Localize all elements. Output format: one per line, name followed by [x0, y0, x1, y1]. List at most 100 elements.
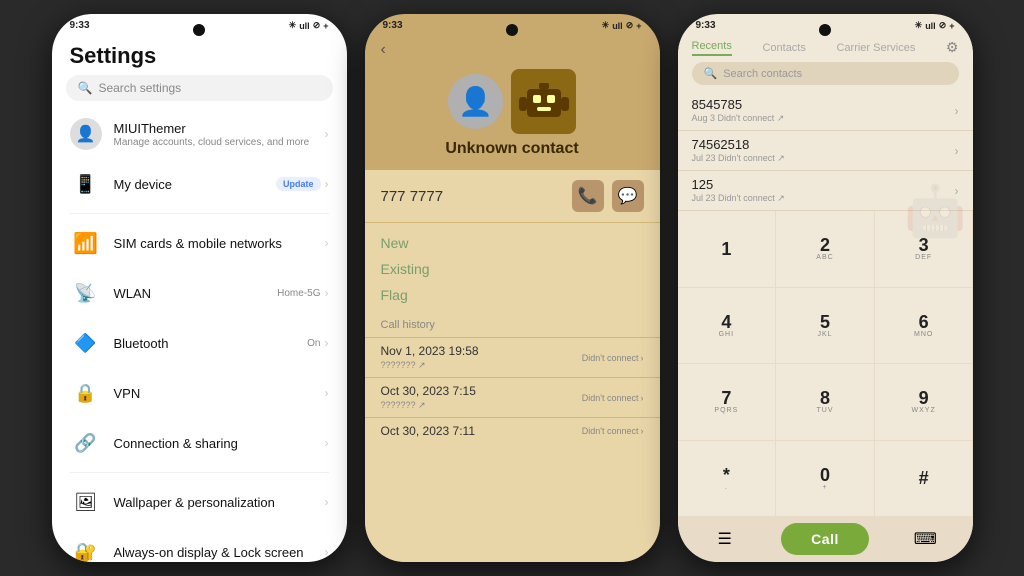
recent-arrow-1[interactable]: › — [955, 104, 959, 118]
search-bar[interactable]: 🔍 Search settings — [66, 75, 333, 101]
sms-action-btn[interactable]: 💬 — [612, 180, 644, 212]
dial-key-0[interactable]: 0 + — [776, 441, 874, 517]
status-time: 9:33 — [70, 20, 90, 31]
dial-key-7[interactable]: 7 PQRS — [678, 364, 776, 440]
alpha-8: TUV — [816, 407, 833, 414]
settings-title: Settings — [52, 33, 347, 75]
option-existing[interactable]: Existing — [381, 261, 644, 277]
contact-list-button[interactable]: ☰ — [707, 521, 743, 557]
miui-avatar: 👤 — [70, 118, 102, 150]
call-button[interactable]: Call — [781, 523, 869, 555]
call-sub-1: ??????? ↗ — [381, 360, 479, 371]
dial-key-9[interactable]: 9 WXYZ — [875, 364, 973, 440]
call-item-1[interactable]: Nov 1, 2023 19:58 ??????? ↗ Didn't conne… — [365, 337, 660, 377]
dial-bottom: ☰ Call ⌨ — [678, 516, 973, 562]
chevron-icon-device: › — [325, 177, 329, 191]
digit-6: 6 — [919, 313, 929, 331]
device-right: Update › — [276, 177, 329, 191]
wlan-icon: 📡 — [70, 277, 102, 309]
sim-icon: 📶 — [70, 227, 102, 259]
search-contacts-bar[interactable]: 🔍 Search contacts — [692, 62, 959, 85]
gear-icon[interactable]: ⚙ — [946, 39, 959, 56]
alpha-star: . — [725, 484, 728, 491]
dial-key-6[interactable]: 6 MNO — [875, 288, 973, 364]
dial-key-5[interactable]: 5 JKL — [776, 288, 874, 364]
search-placeholder: Search settings — [98, 81, 181, 95]
dial-pad: 1 2 ABC 3 DEF 4 GHI 5 JKL — [678, 211, 973, 516]
chevron-icon-wlan: › — [325, 286, 329, 300]
punch-hole-2 — [506, 24, 518, 36]
divider-2 — [70, 472, 329, 473]
contact-body: 777 7777 📞 💬 New Existing Flag Call hist… — [365, 170, 660, 562]
call-item-3-info: Oct 30, 2023 7:11 — [381, 424, 476, 438]
call-date-1: Nov 1, 2023 19:58 — [381, 344, 479, 358]
call-item-2-info: Oct 30, 2023 7:15 ??????? ↗ — [381, 384, 476, 411]
settings-item-sharing[interactable]: 🔗 Connection & sharing › — [52, 418, 347, 468]
recent-arrow-3[interactable]: › — [955, 184, 959, 198]
option-flag[interactable]: Flag — [381, 287, 644, 303]
settings-item-device[interactable]: 📱 My device Update › — [52, 159, 347, 209]
settings-item-miui[interactable]: 👤 MIUIThemer Manage accounts, cloud serv… — [52, 109, 347, 159]
punch-hole-3 — [819, 24, 831, 36]
settings-item-bluetooth[interactable]: 🔷 Bluetooth On › — [52, 318, 347, 368]
digit-0: 0 — [820, 466, 830, 484]
wifi-icon-3: ⊘ — [939, 20, 947, 31]
call-item-2[interactable]: Oct 30, 2023 7:15 ??????? ↗ Didn't conne… — [365, 377, 660, 417]
status-icons: ✳ ull ⊘ + — [289, 20, 329, 31]
update-badge[interactable]: Update — [276, 177, 321, 191]
settings-item-sim[interactable]: 📶 SIM cards & mobile networks › — [52, 218, 347, 268]
bt-icon-2: ✳ — [602, 20, 610, 31]
settings-item-wlan[interactable]: 📡 WLAN Home-5G › — [52, 268, 347, 318]
wlan-text: WLAN — [114, 286, 266, 301]
digit-1: 1 — [721, 240, 731, 258]
sim-title: SIM cards & mobile networks — [114, 236, 313, 251]
recent-info-3: 125 Jul 23 Didn't connect ↗ — [692, 177, 785, 204]
recent-item-2[interactable]: 74562518 Jul 23 Didn't connect ↗ › — [678, 131, 973, 171]
alpha-5: JKL — [817, 331, 832, 338]
signal-icon-2: ull — [612, 21, 623, 31]
phone-number[interactable]: 777 7777 — [381, 188, 444, 205]
recent-number-2: 74562518 — [692, 137, 785, 152]
option-new[interactable]: New — [381, 235, 644, 251]
call-status-3: Didn't connect › — [582, 426, 644, 436]
digit-star: * — [723, 466, 730, 484]
dial-key-hash[interactable]: # — [875, 441, 973, 517]
recent-arrow-2[interactable]: › — [955, 144, 959, 158]
call-item-3[interactable]: Oct 30, 2023 7:11 Didn't connect › — [365, 417, 660, 444]
dial-key-3[interactable]: 3 DEF — [875, 211, 973, 287]
recent-item-1[interactable]: 8545785 Aug 3 Didn't connect ↗ › — [678, 91, 973, 131]
punch-hole — [193, 24, 205, 36]
alpha-0: + — [822, 484, 827, 491]
dialer-screen: Recents Contacts Carrier Services ⚙ 🔍 Se… — [678, 33, 973, 562]
wifi-icon-2: ⊘ — [626, 20, 634, 31]
keypad-button[interactable]: ⌨ — [907, 521, 943, 557]
phone-dialer: 9:33 ✳ ull ⊘ + Recents Contacts Carrier … — [678, 14, 973, 562]
chevron-icon-aod: › — [325, 545, 329, 559]
wlan-value: Home-5G — [277, 288, 320, 299]
recent-sub-3: Jul 23 Didn't connect ↗ — [692, 193, 785, 204]
vpn-icon: 🔒 — [70, 377, 102, 409]
recent-item-3[interactable]: 125 Jul 23 Didn't connect ↗ › — [678, 171, 973, 211]
settings-item-aod[interactable]: 🔐 Always-on display & Lock screen › — [52, 527, 347, 562]
settings-item-wallpaper[interactable]: 🖼 Wallpaper & personalization › — [52, 477, 347, 527]
tab-carrier[interactable]: Carrier Services — [836, 42, 915, 54]
robot-avatar — [511, 69, 576, 134]
alpha-7: PQRS — [714, 407, 738, 414]
device-title: My device — [114, 177, 264, 192]
dial-key-star[interactable]: * . — [678, 441, 776, 517]
dial-key-4[interactable]: 4 GHI — [678, 288, 776, 364]
settings-item-vpn[interactable]: 🔒 VPN › — [52, 368, 347, 418]
call-action-btn[interactable]: 📞 — [572, 180, 604, 212]
call-history-label: Call history — [365, 315, 660, 337]
alpha-2: ABC — [816, 254, 833, 261]
alpha-3: DEF — [915, 254, 932, 261]
dial-key-8[interactable]: 8 TUV — [776, 364, 874, 440]
recent-sub-1: Aug 3 Didn't connect ↗ — [692, 113, 785, 124]
tab-recents[interactable]: Recents — [692, 40, 732, 56]
aod-icon: 🔐 — [70, 536, 102, 562]
dial-key-1[interactable]: 1 — [678, 211, 776, 287]
back-button[interactable]: ‹ — [381, 41, 386, 59]
tab-contacts[interactable]: Contacts — [762, 42, 805, 54]
dial-key-2[interactable]: 2 ABC — [776, 211, 874, 287]
wallpaper-text: Wallpaper & personalization — [114, 495, 313, 510]
